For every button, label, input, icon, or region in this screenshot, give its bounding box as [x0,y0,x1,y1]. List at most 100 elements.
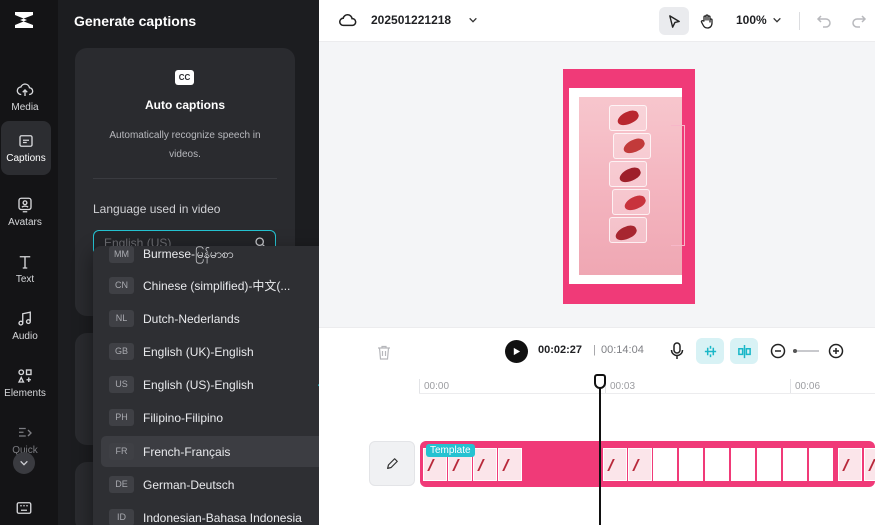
left-rail: Media Captions Avatars Text Audio Elemen… [0,0,58,525]
preview-canvas[interactable] [319,43,875,327]
select-tool-button[interactable] [659,7,689,35]
timeline-ruler[interactable]: 00:00 00:03 00:06 [419,376,875,394]
play-button[interactable] [505,340,528,363]
keyboard-icon [16,502,32,514]
track-thumbnail [603,448,627,481]
language-option-nl[interactable]: NL Dutch-Nederlands [101,303,343,334]
rail-label-audio: Audio [12,331,38,342]
track-thumbnail [679,448,703,481]
track-thumbnail [628,448,652,481]
lipstick-photo [579,97,682,275]
timeline-zoom-slider[interactable] [793,349,819,353]
undo-icon[interactable] [816,12,832,28]
language-name: Dutch-Nederlands [143,311,240,326]
track-thumbnail [705,448,729,481]
ruler-tick [790,379,791,393]
hand-icon [700,14,713,29]
magnet-icon [704,345,716,357]
language-option-us[interactable]: US English (US)-English [101,369,343,400]
chevron-down-icon [20,460,28,466]
rail-item-captions[interactable]: Captions [1,121,51,175]
auto-captions-title: Auto captions [145,98,225,112]
playhead[interactable] [599,374,601,525]
language-option-ph[interactable]: PH Filipino-Filipino [101,402,343,433]
language-code: GB [109,343,134,360]
music-note-icon [18,311,31,326]
language-name: Burmese-မြန်မာစာ [143,246,234,261]
split-button[interactable] [730,338,758,364]
language-name: German-Deutsch [143,477,235,492]
track-thumbnail [783,448,807,481]
project-name[interactable]: 202501221218 [371,13,451,27]
text-icon [19,256,31,269]
track-thumbnail [864,448,875,481]
language-code: PH [109,409,134,426]
language-code: DE [109,476,134,493]
rail-label-captions: Captions [6,153,46,164]
chevron-down-icon[interactable] [772,15,782,25]
zoom-level[interactable]: 100% [736,13,767,27]
language-option-mm[interactable]: MM Burmese-မြန်မာစာ [101,246,343,270]
cloud-upload-icon [16,83,34,96]
track-thumbnail [757,448,781,481]
slider-knob[interactable] [793,349,797,353]
zoom-out-icon[interactable] [770,343,786,359]
capcut-logo-icon[interactable] [12,9,36,31]
auto-captions-description: Automatically recognize speech in videos… [109,130,261,160]
timeline: 00:02:27 | 00:14:04 00:00 00:03 00:06 Te… [319,327,875,525]
language-name: English (UK)-English [143,344,254,359]
ruler-tick [419,379,420,393]
elements-icon [17,369,32,383]
template-tag: Template [426,444,475,457]
cursor-icon [668,14,680,28]
language-name: English (US)-English [143,377,254,392]
split-icon [737,344,751,358]
track-thumbnail [498,448,522,481]
rail-item-text[interactable]: Text [0,242,50,296]
auto-snap-button[interactable] [696,338,724,364]
language-name: Filipino-Filipino [143,410,224,425]
track-thumbnail [473,448,497,481]
text-box-outline[interactable] [671,125,685,246]
language-label: Language used in video [93,202,221,216]
language-code: FR [109,443,134,460]
current-time: 00:02:27 [538,344,583,356]
language-option-de[interactable]: DE German-Deutsch [101,469,343,500]
trash-icon[interactable] [377,345,391,360]
microphone-icon[interactable] [670,342,684,360]
playhead-handle[interactable] [594,374,606,389]
language-name: French-Français [143,444,231,459]
language-option-gb[interactable]: GB English (UK)-English [101,336,343,367]
rail-item-media[interactable]: Media [0,70,50,124]
redo-icon[interactable] [851,12,867,28]
language-code: NL [109,310,134,327]
hand-tool-button[interactable] [696,9,718,33]
edit-track-button[interactable] [369,441,415,486]
cloud-icon[interactable] [339,12,357,28]
top-bar: 202501221218 100% [319,0,875,42]
ruler-label: 00:06 [795,381,821,392]
rail-item-audio[interactable]: Audio [0,299,50,353]
language-code: US [109,376,134,393]
rail-expand-button[interactable] [13,452,35,474]
time-separator: | [593,344,596,356]
language-option-fr[interactable]: FR French-Français [101,436,343,467]
language-code: ID [109,509,134,525]
quick-icon [19,427,32,437]
video-track-clip[interactable]: Template [420,441,875,487]
language-option-cn[interactable]: CN Chinese (simplified)-中文(... [101,270,343,301]
ruler-label: 00:03 [610,381,636,392]
language-name: Chinese (simplified)-中文(... [143,279,291,293]
language-code: MM [109,246,134,263]
zoom-in-icon[interactable] [828,343,844,359]
divider [799,12,800,30]
chevron-down-icon[interactable] [468,15,478,25]
rail-item-elements[interactable]: Elements [0,356,50,410]
video-preview[interactable] [563,69,695,304]
track-thumbnail [809,448,833,481]
keyboard-shortcuts-button[interactable] [15,499,33,522]
ruler-label: 00:00 [424,381,450,392]
language-option-id[interactable]: ID Indonesian-Bahasa Indonesia [101,502,343,525]
language-dropdown[interactable]: MM Burmese-မြန်မာစာ CN Chinese (simplifi… [93,246,352,525]
rail-item-avatars[interactable]: Avatars [0,185,50,239]
